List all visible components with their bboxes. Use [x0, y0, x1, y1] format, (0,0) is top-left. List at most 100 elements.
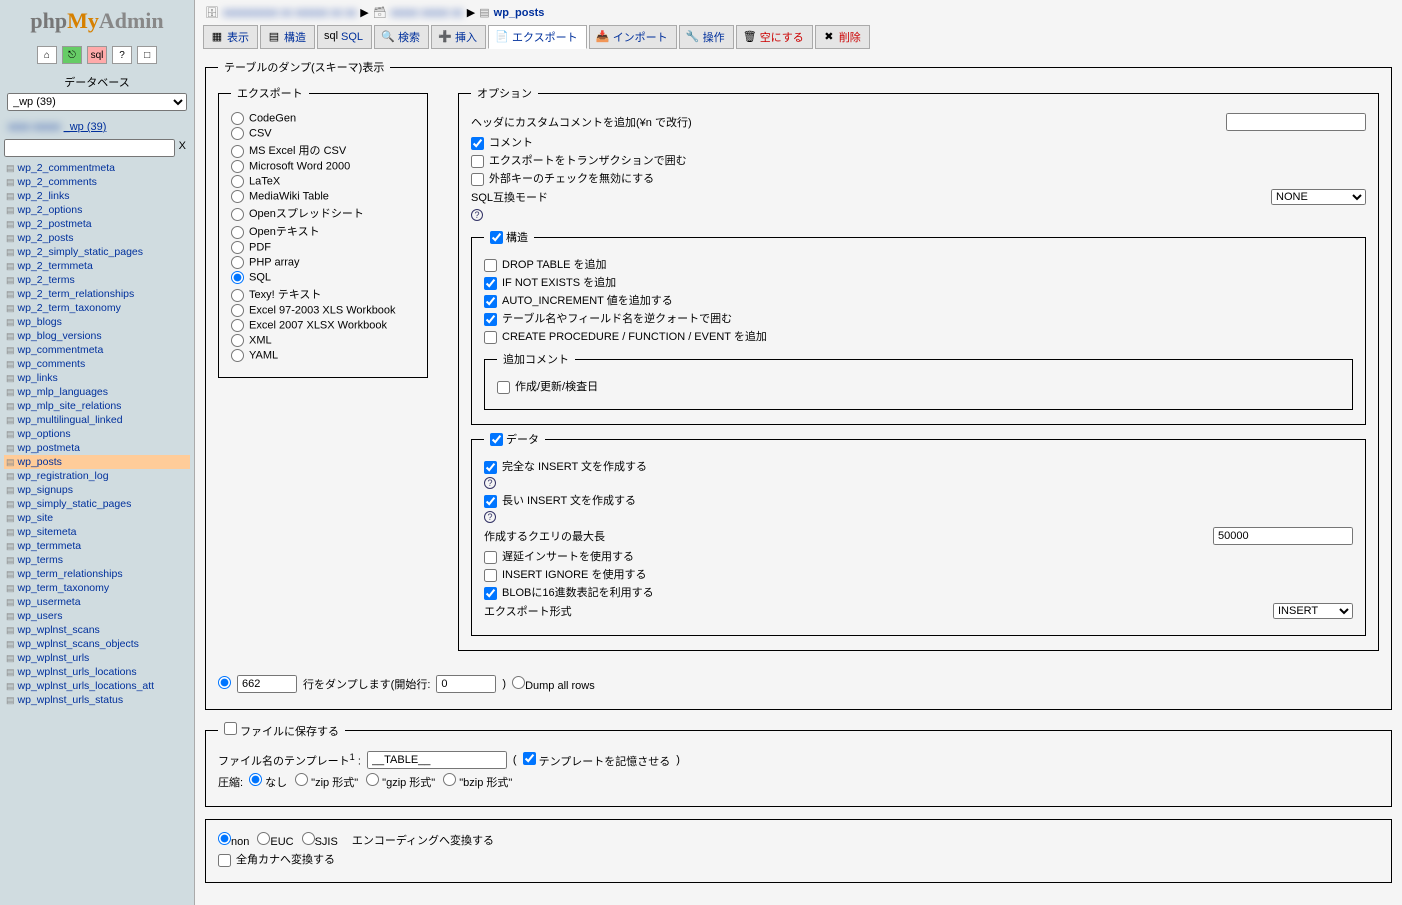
- opt-blobhex[interactable]: BLOBに16進数表記を利用する: [484, 583, 1353, 601]
- format-MS Excel 用の CSV[interactable]: MS Excel 用の CSV: [231, 141, 415, 159]
- format-Microsoft Word 2000[interactable]: Microsoft Word 2000: [231, 159, 415, 174]
- format-Excel 2007 XLSX Workbook[interactable]: Excel 2007 XLSX Workbook: [231, 318, 415, 333]
- format-Openテキスト[interactable]: Openテキスト: [231, 222, 415, 240]
- table-item[interactable]: wp_signups: [4, 483, 190, 497]
- table-item[interactable]: wp_simply_static_pages: [4, 497, 190, 511]
- exit-icon[interactable]: ⎋: [62, 46, 82, 64]
- opt-extended[interactable]: 長い INSERT 文を作成する: [484, 491, 1353, 509]
- table-filter-input[interactable]: [4, 139, 175, 157]
- table-item[interactable]: wp_wplnst_urls_locations: [4, 665, 190, 679]
- remember-template[interactable]: テンプレートを記憶させる: [523, 752, 671, 769]
- docs-icon[interactable]: ?: [112, 46, 132, 64]
- tab-インポート[interactable]: 📥インポート: [589, 25, 677, 49]
- table-item[interactable]: wp_blog_versions: [4, 329, 190, 343]
- sql-icon[interactable]: sql: [87, 46, 107, 64]
- dump-start-input[interactable]: [436, 675, 496, 693]
- table-item[interactable]: wp_2_terms: [4, 273, 190, 287]
- breadcrumb-table[interactable]: wp_posts: [494, 7, 545, 19]
- dump-some-radio[interactable]: [218, 676, 231, 692]
- table-item[interactable]: wp_wplnst_urls: [4, 651, 190, 665]
- opt-disable-fk[interactable]: 外部キーのチェックを無効にする: [471, 169, 1366, 187]
- tab-SQL[interactable]: sqlSQL: [317, 25, 372, 49]
- opt-comments[interactable]: コメント: [471, 133, 1366, 151]
- compress-option[interactable]: "zip 形式": [295, 777, 358, 789]
- opt-transaction[interactable]: エクスポートをトランザクションで囲む: [471, 151, 1366, 169]
- table-item[interactable]: wp_posts: [4, 455, 190, 469]
- format-MediaWiki Table[interactable]: MediaWiki Table: [231, 189, 415, 204]
- table-item[interactable]: wp_2_options: [4, 203, 190, 217]
- tab-操作[interactable]: 🔧操作: [679, 25, 734, 49]
- table-item[interactable]: wp_commentmeta: [4, 343, 190, 357]
- opt-procedure[interactable]: CREATE PROCEDURE / FUNCTION / EVENT を追加: [484, 327, 1353, 345]
- opt-dates[interactable]: 作成/更新/検査日: [497, 377, 1340, 395]
- table-item[interactable]: wp_comments: [4, 357, 190, 371]
- table-item[interactable]: wp_2_links: [4, 189, 190, 203]
- tab-削除[interactable]: ✖削除: [815, 25, 870, 49]
- encoding-option[interactable]: EUC: [257, 836, 293, 848]
- table-item[interactable]: wp_2_posts: [4, 231, 190, 245]
- format-Excel 97-2003 XLS Workbook[interactable]: Excel 97-2003 XLS Workbook: [231, 303, 415, 318]
- table-item[interactable]: wp_mlp_languages: [4, 385, 190, 399]
- template-input[interactable]: [367, 751, 507, 769]
- opt-delayed[interactable]: 遅延インサートを使用する: [484, 547, 1353, 565]
- table-item[interactable]: wp_users: [4, 609, 190, 623]
- help-icon[interactable]: ?: [484, 477, 496, 489]
- table-item[interactable]: wp_2_postmeta: [4, 217, 190, 231]
- table-item[interactable]: wp_wplnst_scans: [4, 623, 190, 637]
- format-Openスプレッドシート[interactable]: Openスプレッドシート: [231, 204, 415, 222]
- opt-complete[interactable]: 完全な INSERT 文を作成する: [484, 457, 1353, 475]
- table-item[interactable]: wp_2_term_taxonomy: [4, 301, 190, 315]
- table-item[interactable]: wp_term_relationships: [4, 567, 190, 581]
- format-CSV[interactable]: CSV: [231, 126, 415, 141]
- compress-option[interactable]: "bzip 形式": [443, 777, 512, 789]
- maxlen-input[interactable]: [1213, 527, 1353, 545]
- format-CodeGen[interactable]: CodeGen: [231, 111, 415, 126]
- table-item[interactable]: wp_options: [4, 427, 190, 441]
- export-format-select[interactable]: INSERT: [1273, 603, 1353, 619]
- tab-構造[interactable]: ▤構造: [260, 25, 315, 49]
- database-link[interactable]: xxxx xxxxx _wp (39): [0, 119, 194, 139]
- table-item[interactable]: wp_mlp_site_relations: [4, 399, 190, 413]
- opt-autoinc[interactable]: AUTO_INCREMENT 値を追加する: [484, 291, 1353, 309]
- tab-エクスポート[interactable]: 📄エクスポート: [488, 25, 587, 49]
- table-item[interactable]: wp_term_taxonomy: [4, 581, 190, 595]
- table-item[interactable]: wp_termmeta: [4, 539, 190, 553]
- compress-option[interactable]: "gzip 形式": [366, 777, 435, 789]
- table-item[interactable]: wp_sitemeta: [4, 525, 190, 539]
- table-item[interactable]: wp_2_term_relationships: [4, 287, 190, 301]
- breadcrumb-db[interactable]: xxxxx xxxxx xx: [391, 7, 463, 19]
- opt-drop[interactable]: DROP TABLE を追加: [484, 255, 1353, 273]
- format-SQL[interactable]: SQL: [231, 270, 415, 285]
- table-item[interactable]: wp_links: [4, 371, 190, 385]
- data-toggle[interactable]: データ: [490, 431, 539, 447]
- format-XML[interactable]: XML: [231, 333, 415, 348]
- table-item[interactable]: wp_postmeta: [4, 441, 190, 455]
- table-item[interactable]: wp_wplnst_scans_objects: [4, 637, 190, 651]
- format-LaTeX[interactable]: LaTeX: [231, 174, 415, 189]
- format-PDF[interactable]: PDF: [231, 240, 415, 255]
- sql-compat-select[interactable]: NONE: [1271, 189, 1366, 205]
- zenkaku-checkbox[interactable]: 全角カナへ変換する: [218, 850, 1379, 868]
- opt-ifnotexists[interactable]: IF NOT EXISTS を追加: [484, 273, 1353, 291]
- table-item[interactable]: wp_blogs: [4, 315, 190, 329]
- dump-all-radio[interactable]: Dump all rows: [512, 676, 595, 692]
- clear-icon[interactable]: X: [175, 139, 190, 157]
- encoding-option[interactable]: SJIS: [302, 836, 338, 848]
- opt-backquote[interactable]: テーブル名やフィールド名を逆クォートで囲む: [484, 309, 1353, 327]
- help-icon[interactable]: ?: [484, 511, 496, 523]
- table-item[interactable]: wp_wplnst_urls_status: [4, 693, 190, 707]
- breadcrumb-server[interactable]: xxxxxxxxxx xx xxxxxx xx xx: [223, 7, 356, 19]
- table-item[interactable]: wp_registration_log: [4, 469, 190, 483]
- encoding-option[interactable]: non: [218, 836, 249, 848]
- table-item[interactable]: wp_multilingual_linked: [4, 413, 190, 427]
- table-item[interactable]: wp_2_termmeta: [4, 259, 190, 273]
- structure-toggle[interactable]: 構造: [490, 229, 528, 245]
- tab-表示[interactable]: ▦表示: [203, 25, 258, 49]
- home-icon[interactable]: ⌂: [37, 46, 57, 64]
- table-item[interactable]: wp_2_commentmeta: [4, 161, 190, 175]
- format-YAML[interactable]: YAML: [231, 348, 415, 363]
- table-item[interactable]: wp_2_simply_static_pages: [4, 245, 190, 259]
- table-item[interactable]: wp_usermeta: [4, 595, 190, 609]
- header-comment-input[interactable]: [1226, 113, 1366, 131]
- table-item[interactable]: wp_terms: [4, 553, 190, 567]
